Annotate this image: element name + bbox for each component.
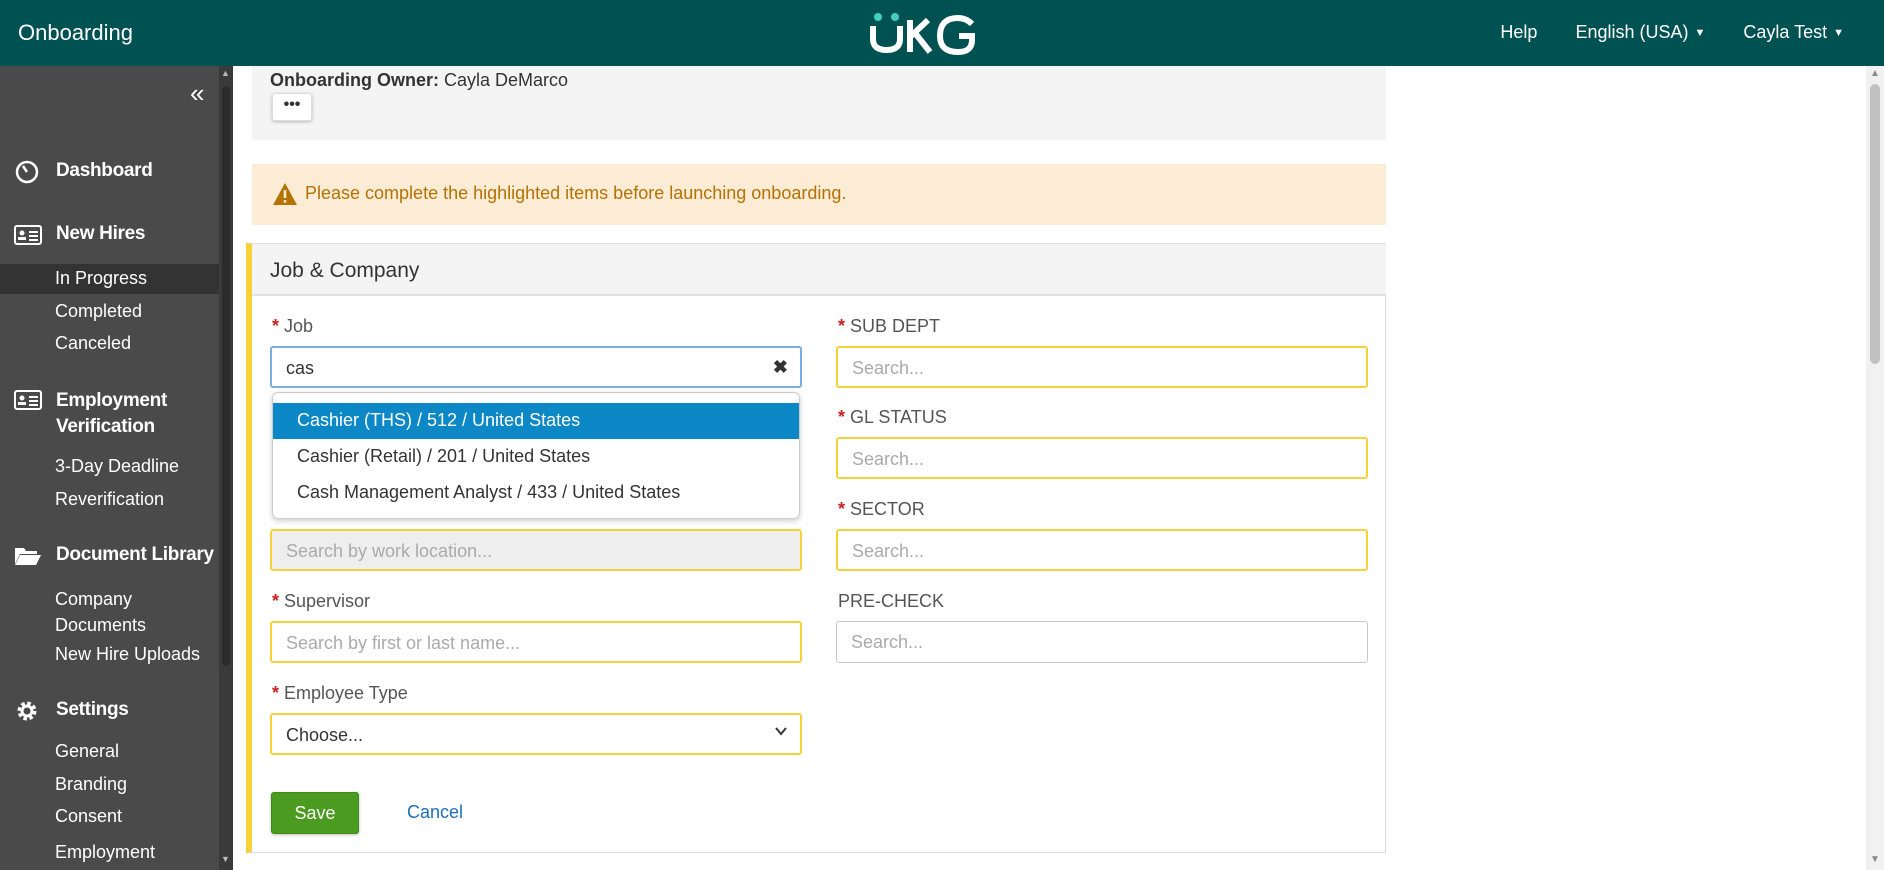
sidebar-settings-label: Settings [56, 699, 129, 720]
sidebar-document-library-label: Document Library [56, 544, 214, 565]
job-option[interactable]: Cashier (THS) / 512 / United States [273, 403, 799, 439]
page-scrollbar[interactable]: ▲ ▼ [1866, 66, 1884, 870]
gear-icon [17, 701, 37, 721]
sidebar-new-hires[interactable]: New Hires [14, 223, 145, 247]
owner-line: Onboarding Owner: Cayla DeMarco [270, 70, 568, 91]
card-title: Job & Company [270, 259, 420, 282]
sector-input[interactable]: Search... [836, 529, 1368, 571]
scroll-up-icon[interactable]: ▲ [221, 68, 230, 78]
owner-label: Onboarding Owner: [270, 70, 439, 90]
language-menu[interactable]: English (USA) ▼ [1575, 22, 1705, 43]
job-option[interactable]: Cash Management Analyst / 433 / United S… [273, 475, 799, 511]
save-button[interactable]: Save [271, 792, 359, 834]
owner-name: Cayla DeMarco [444, 70, 569, 90]
gl-status-label-text: GL STATUS [850, 407, 947, 427]
employee-type-label-text: Employee Type [284, 683, 408, 703]
sidebar-dashboard-label: Dashboard [56, 160, 153, 181]
card-header: Job & Company [252, 244, 1386, 296]
id-card-icon [14, 390, 42, 410]
top-bar: Onboarding Help English (USA) ▼ Cayla Tes… [0, 0, 1884, 66]
collapse-sidebar-icon[interactable]: « [190, 80, 204, 106]
sidebar: « Dashboard New Hires In Progress Comple… [0, 66, 233, 870]
sector-label: * SECTOR [838, 499, 925, 520]
job-input[interactable]: cas ✖ [270, 346, 802, 388]
caret-down-icon: ▼ [1694, 27, 1706, 40]
ukg-logo [870, 13, 975, 56]
sidebar-item-employment-eligibility[interactable]: Employment Eligibility [55, 839, 205, 870]
employee-type-value: Choose... [286, 725, 364, 745]
sidebar-item-general[interactable]: General [55, 741, 119, 762]
sidebar-dashboard[interactable]: Dashboard [14, 160, 153, 184]
alert-message: Please complete the highlighted items be… [305, 183, 847, 203]
user-menu[interactable]: Cayla Test ▼ [1743, 22, 1844, 43]
job-option[interactable]: Cashier (Retail) / 201 / United States [273, 439, 799, 475]
employee-type-select[interactable]: Choose... [270, 713, 802, 755]
more-options-button[interactable]: ••• [272, 93, 312, 121]
scroll-up-icon[interactable]: ▲ [1870, 68, 1880, 79]
clear-icon[interactable]: ✖ [773, 357, 788, 378]
id-card-icon [14, 225, 42, 245]
pre-check-label: PRE-CHECK [838, 591, 945, 611]
user-name: Cayla Test [1743, 22, 1828, 42]
employee-type-label: * Employee Type [272, 683, 408, 704]
gl-status-label: * GL STATUS [838, 407, 947, 428]
pre-check-input[interactable]: Search... [836, 621, 1368, 663]
job-label: * Job [272, 316, 313, 337]
caret-down-icon: ▼ [1833, 27, 1844, 40]
required-marker: * [838, 407, 846, 427]
folder-open-icon [15, 548, 41, 565]
supervisor-label-text: Supervisor [284, 591, 371, 611]
sidebar-item-branding[interactable]: Branding [55, 774, 127, 795]
language-label: English (USA) [1575, 22, 1689, 42]
sidebar-new-hires-label: New Hires [56, 223, 146, 244]
sidebar-item-3-day-deadline[interactable]: 3-Day Deadline [55, 456, 179, 477]
sidebar-employment-verification-label: Employment Verification [56, 390, 168, 437]
required-marker: * [838, 499, 846, 519]
sidebar-item-in-progress[interactable]: In Progress [55, 268, 147, 289]
required-marker: * [272, 591, 280, 611]
warning-alert: Please complete the highlighted items be… [252, 164, 1386, 225]
help-link[interactable]: Help [1500, 22, 1537, 43]
cancel-link[interactable]: Cancel [407, 802, 463, 823]
sidebar-scroll-thumb[interactable] [222, 86, 230, 666]
gl-status-input[interactable]: Search... [836, 437, 1368, 479]
sidebar-item-consent[interactable]: Consent [55, 806, 122, 827]
sidebar-settings[interactable]: Settings [14, 699, 129, 723]
sidebar-item-reverification[interactable]: Reverification [55, 489, 164, 510]
supervisor-label: * Supervisor [272, 591, 370, 612]
sidebar-item-canceled[interactable]: Canceled [55, 333, 131, 354]
chevron-down-icon [775, 727, 787, 736]
job-input-value: cas [286, 358, 315, 378]
sidebar-item-completed[interactable]: Completed [55, 301, 142, 322]
sidebar-document-library[interactable]: Document Library [14, 544, 214, 568]
required-marker: * [272, 683, 280, 703]
warning-icon [273, 183, 297, 205]
app-title: Onboarding [18, 20, 133, 45]
page-scroll-thumb[interactable] [1870, 84, 1880, 364]
owner-panel: Onboarding Owner: Cayla DeMarco ••• [252, 66, 1386, 140]
supervisor-input[interactable]: Search by first or last name... [270, 621, 802, 663]
sidebar-employment-verification[interactable]: Employment Verification [14, 388, 194, 440]
sidebar-item-new-hire-uploads[interactable]: New Hire Uploads [55, 644, 200, 665]
sidebar-scrollbar[interactable]: ▲ ▼ [219, 66, 233, 870]
job-label-text: Job [284, 316, 314, 336]
sector-label-text: SECTOR [850, 499, 925, 519]
job-options-dropdown: Cashier (THS) / 512 / United States Cash… [272, 392, 800, 519]
sidebar-item-company-documents[interactable]: Company Documents [55, 586, 205, 638]
dashboard-icon [15, 160, 39, 184]
required-marker: * [838, 316, 846, 336]
required-marker: * [272, 316, 280, 336]
sub-dept-label: * SUB DEPT [838, 316, 940, 337]
scroll-down-icon[interactable]: ▼ [1870, 854, 1880, 865]
sub-dept-input[interactable]: Search... [836, 346, 1368, 388]
work-location-input[interactable]: Search by work location... [270, 529, 802, 571]
scroll-down-icon[interactable]: ▼ [221, 854, 230, 864]
sub-dept-label-text: SUB DEPT [850, 316, 941, 336]
